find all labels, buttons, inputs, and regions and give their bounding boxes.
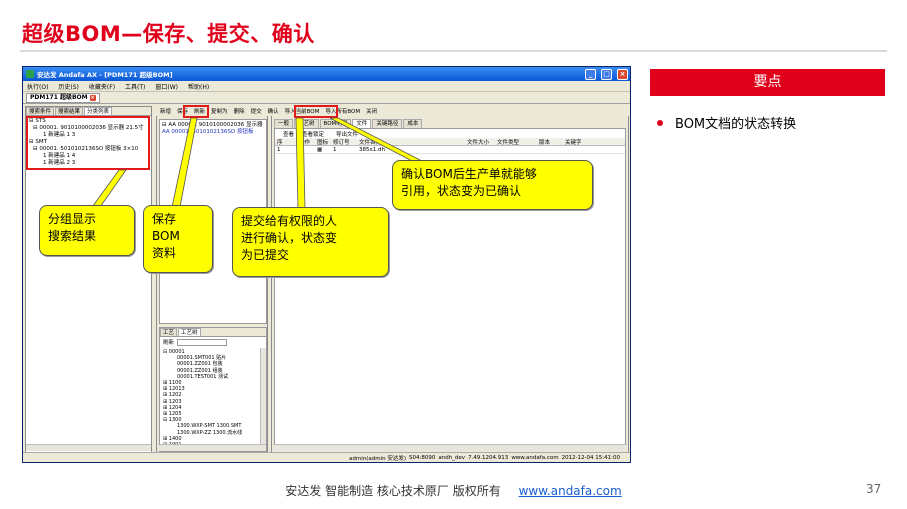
bom-tree-node[interactable]: ⊟ AA 00001. 9010100002036 显示器	[162, 122, 264, 129]
tab-process[interactable]: 工艺	[160, 328, 178, 336]
footer-link[interactable]: www.andafa.com	[519, 484, 622, 498]
callout-group-results: 分组显示 搜索结果	[39, 205, 135, 256]
files-table-header: 序 动作 图标 修订号 文件名称 文件大小 文件类型 版本 关键字	[275, 138, 625, 146]
minimize-icon[interactable]: _	[585, 68, 596, 80]
footer: 安达发 智能制造 核心技术原厂 版权所有 www.andafa.com	[0, 482, 907, 499]
mid-hscrollbar[interactable]	[158, 444, 266, 451]
tab-process-tree[interactable]: 工艺树	[178, 328, 201, 336]
col-version: 版本	[539, 139, 551, 146]
process-search-input[interactable]	[177, 338, 228, 346]
page-number: 37	[866, 482, 882, 496]
export-file-button[interactable]: 导出文件	[336, 130, 358, 138]
cell-filename: 385x1.dh	[359, 146, 385, 153]
cell-index: 1	[277, 146, 281, 153]
confirm-button[interactable]: 确认	[268, 107, 279, 115]
col-index: 序	[277, 139, 283, 146]
close-button[interactable]: 关闭	[366, 107, 377, 115]
delete-button[interactable]: 删除	[234, 107, 245, 115]
menu-favorites[interactable]: 收藏夹(F)	[89, 82, 115, 91]
submit-button[interactable]: 提交	[251, 107, 262, 115]
tab-search-criteria[interactable]: 搜索条件	[26, 107, 55, 115]
status-server: S04:8090	[409, 454, 436, 461]
process-pane: 工艺 工艺树 刷新 ⊟ 00001 00001.SMT001 贴片 00001.ZZ…	[159, 327, 267, 452]
bom-tree-pane: ⊟ AA 00001. 9010100002036 显示器 AA 00001. …	[156, 106, 268, 453]
col-filetype: 文件类型	[497, 139, 520, 146]
title-divider	[20, 50, 887, 52]
highlight-submit-confirm	[294, 105, 338, 118]
view-button[interactable]: 查看	[283, 130, 294, 138]
col-filename: 文件名称	[359, 139, 382, 146]
file-icon: ▦	[317, 146, 323, 153]
cell-revision: 1	[333, 146, 337, 153]
status-bar: admin(admin 安达发) S04:8090 andh_dev 7.49.…	[23, 452, 630, 462]
tab-search-results[interactable]: 搜索结果	[55, 107, 84, 115]
left-hscrollbar[interactable]	[26, 444, 151, 451]
col-revision: 修订号	[333, 139, 350, 146]
document-tab[interactable]: PDM171 超级BOM ×	[26, 92, 100, 103]
files-table: 序 动作 图标 修订号 文件名称 文件大小 文件类型 版本 关键字 1 ▦ 1 …	[275, 138, 625, 154]
table-row[interactable]: 1 ▦ 1 385x1.dh	[275, 146, 625, 154]
highlight-search-results	[26, 116, 150, 170]
bullet-icon	[657, 119, 663, 126]
maximize-icon[interactable]: □	[601, 68, 612, 80]
bom-tree-node[interactable]: AA 00001. 5010102136SO 按钮板	[162, 129, 264, 136]
menu-window[interactable]: 窗口(W)	[155, 82, 178, 91]
col-filesize: 文件大小	[467, 139, 490, 146]
tab-category-list[interactable]: 分类列表	[84, 107, 113, 115]
callout-confirm: 确认BOM后生产单就能够 引用，状态变为已确认	[392, 160, 593, 210]
menu-tools[interactable]: 工具(T)	[125, 82, 145, 91]
right-hscrollbar[interactable]	[273, 444, 627, 451]
app-title: 安达发 Andafa AX - [PDM171 超级BOM]	[37, 71, 173, 79]
new-button[interactable]: 新增	[160, 107, 171, 115]
bom-detail-pane: 一般 工艺树 BOM明细 文件 关键路径 成本 查看 查看锁定 导出文件 序 动…	[271, 106, 629, 453]
tab-close-icon[interactable]: ×	[89, 94, 96, 101]
menu-help[interactable]: 帮助(H)	[188, 82, 209, 91]
col-keyword: 关键字	[565, 139, 582, 146]
callout-submit: 提交给有权限的人 进行确认，状态变 为已提交	[232, 207, 389, 277]
process-tree: ⊟ 00001 00001.SMT001 贴片 00001.ZZ001 包装 0000…	[160, 347, 266, 450]
status-user: admin(admin 安达发)	[348, 455, 406, 462]
document-tabbar: PDM171 超级BOM ×	[23, 92, 630, 104]
status-db: andh_dev	[438, 454, 466, 461]
process-tabs: 工艺 工艺树	[160, 328, 266, 337]
col-action: 动作	[299, 139, 311, 146]
slide-title: 超级BOM—保存、提交、确认	[22, 22, 315, 46]
process-refresh-button[interactable]: 刷新	[163, 338, 174, 346]
copy-as-button[interactable]: 复制为	[211, 107, 228, 115]
document-tab-label: PDM171 超级BOM	[30, 94, 88, 101]
highlight-save	[183, 105, 209, 118]
status-version: 7.49.1204.913	[468, 454, 509, 461]
menu-execute[interactable]: 执行(O)	[27, 82, 48, 91]
bom-toolbar: 新增 保存 刷新 复制为 删除 提交 确认 导入当前BOM 导入所有BOM 关闭	[156, 106, 629, 116]
callout-save-bom: 保存 BOM 资料	[143, 205, 213, 273]
key-point-item: BOM文档的状态转换	[657, 113, 796, 132]
view-lock-button[interactable]: 查看锁定	[302, 130, 324, 138]
footer-text: 安达发 智能制造 核心技术原厂 版权所有	[285, 484, 501, 498]
status-datetime: 2012-12-04 15:41:00	[561, 454, 620, 461]
key-points-header: 要点	[650, 69, 885, 96]
menu-history[interactable]: 历史(S)	[58, 82, 79, 91]
process-refresh-row: 刷新	[160, 337, 266, 347]
close-icon[interactable]: ×	[617, 68, 628, 80]
process-vscrollbar[interactable]	[260, 348, 266, 451]
key-point-text: BOM文档的状态转换	[675, 117, 797, 132]
menu-bar: 执行(O) 历史(S) 收藏夹(F) 工具(T) 窗口(W) 帮助(H)	[23, 81, 630, 92]
status-website: www.andafa.com	[511, 454, 559, 461]
col-icon: 图标	[317, 139, 329, 146]
app-logo-icon	[26, 70, 34, 78]
app-titlebar: 安达发 Andafa AX - [PDM171 超级BOM] _ □ ×	[23, 67, 630, 81]
search-tabs: 搜索条件 搜索结果 分类列表	[26, 107, 151, 116]
